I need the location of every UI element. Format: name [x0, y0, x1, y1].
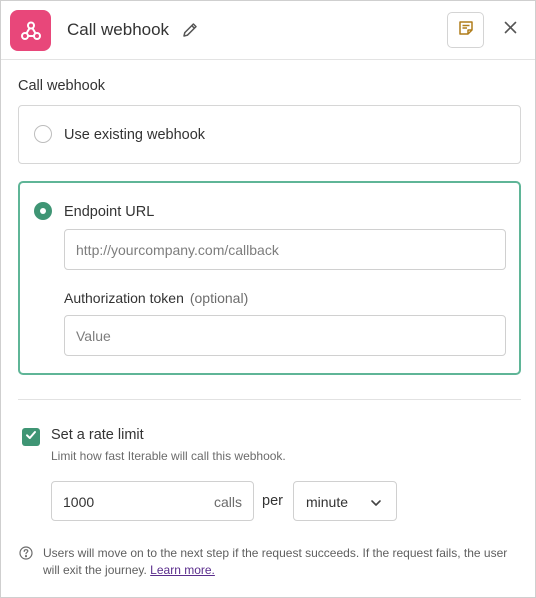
option-existing-label: Use existing webhook [64, 127, 206, 143]
info-text: Users will move on to the next step if t… [43, 545, 513, 579]
info-message: Users will move on to the next step if t… [43, 546, 508, 577]
close-button[interactable] [500, 20, 520, 40]
webhook-panel: Call webhook Call webhook Use existing w… [0, 0, 536, 598]
close-icon [504, 21, 517, 39]
notes-button[interactable] [447, 12, 484, 48]
chevron-down-icon [370, 496, 382, 508]
pencil-icon[interactable] [181, 21, 199, 39]
option-endpoint-label: Endpoint URL [64, 204, 155, 220]
panel-header: Call webhook [1, 1, 535, 60]
option-existing-webhook[interactable]: Use existing webhook [18, 105, 521, 164]
auth-token-label: Authorization token (optional) [64, 290, 248, 306]
rate-limit-label[interactable]: Set a rate limit [51, 427, 144, 443]
rate-limit-help: Limit how fast Iterable will call this w… [51, 449, 286, 463]
auth-token-input[interactable] [64, 315, 506, 356]
calls-unit: calls [213, 494, 242, 510]
section-label: Call webhook [18, 78, 106, 94]
auth-token-label-text: Authorization token [64, 290, 184, 306]
auth-token-optional: (optional) [189, 290, 249, 306]
webhook-icon [10, 10, 51, 51]
per-label: per [262, 493, 283, 509]
radio-endpoint-url[interactable] [34, 202, 52, 220]
rate-limit-checkbox[interactable] [22, 428, 40, 446]
radio-existing-webhook[interactable] [34, 125, 52, 143]
section-divider [18, 399, 521, 400]
note-icon [458, 20, 474, 41]
period-value: minute [306, 494, 349, 510]
option-endpoint-url[interactable]: Endpoint URL Authorization token (optiona… [18, 181, 521, 375]
learn-more-link[interactable]: Learn more. [150, 563, 215, 577]
panel-title: Call webhook [67, 20, 170, 39]
period-select[interactable]: minute [293, 481, 397, 521]
help-icon [19, 546, 33, 560]
calls-value: 1000 [63, 494, 95, 510]
endpoint-url-input[interactable] [64, 229, 506, 270]
calls-input[interactable]: 1000 calls [51, 481, 254, 521]
checkmark-icon [25, 428, 37, 446]
